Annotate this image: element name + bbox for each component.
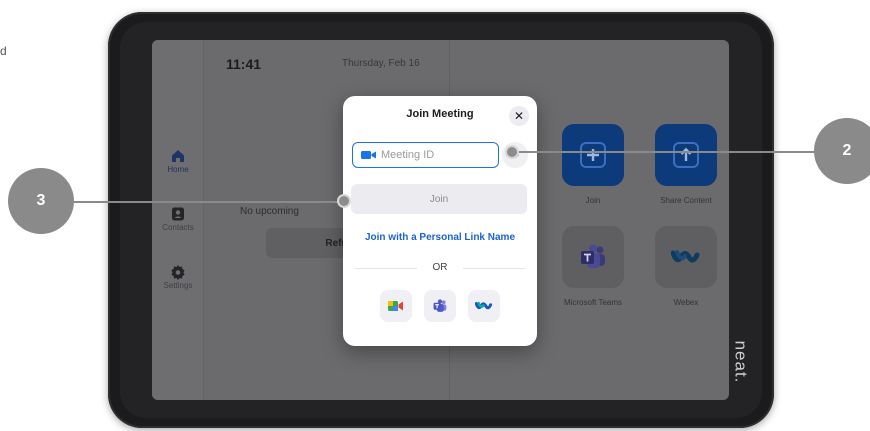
app-tile-share-content[interactable]: Share Content <box>655 124 717 205</box>
webex-icon <box>475 301 493 310</box>
app-tile-label: Webex <box>673 298 699 307</box>
webex-icon <box>671 250 700 263</box>
sidebar-item-settings[interactable]: Settings <box>152 264 204 290</box>
no-meetings-text: No upcoming <box>240 206 299 217</box>
home-icon <box>172 150 184 162</box>
divider-line <box>463 268 525 269</box>
callout-3-anchor-dot <box>337 194 351 208</box>
share-content-icon <box>673 142 699 168</box>
callout-2-badge: 2 <box>814 118 870 184</box>
app-tile-label: Microsoft Teams <box>563 298 623 307</box>
callout-3-badge: 3 <box>8 168 74 234</box>
sidebar: Home Contacts Settings <box>152 40 204 400</box>
meeting-id-input[interactable]: Meeting ID <box>352 142 499 168</box>
join-meeting-dialog: Join Meeting ✕ Meeting ID Join Join with… <box>343 96 537 346</box>
meeting-id-placeholder: Meeting ID <box>381 149 435 161</box>
sidebar-item-label: Settings <box>163 281 193 290</box>
app-tile-join[interactable]: Join <box>562 124 624 205</box>
teams-icon <box>433 299 447 312</box>
or-divider: OR <box>355 262 525 274</box>
clock-time: 11:41 <box>226 56 262 72</box>
clock-date: Thursday, Feb 16 <box>342 58 420 69</box>
sidebar-item-contacts[interactable]: Contacts <box>152 206 204 232</box>
close-button[interactable]: ✕ <box>509 106 529 126</box>
google-meet-icon <box>388 301 403 311</box>
sidebar-item-label: Contacts <box>162 223 194 232</box>
clipped-edge-text: d <box>0 44 7 58</box>
webex-button[interactable] <box>468 290 500 322</box>
teams-icon <box>581 244 605 268</box>
callout-2-anchor-dot <box>505 145 519 159</box>
share-tile-box <box>655 124 717 186</box>
brand-logo: neat. <box>731 340 751 384</box>
personal-link-join-link[interactable]: Join with a Personal Link Name <box>343 232 537 243</box>
app-tile-microsoft-teams[interactable]: Microsoft Teams <box>562 226 624 307</box>
settings-icon <box>171 265 185 280</box>
sidebar-item-home[interactable]: Home <box>152 148 204 174</box>
app-tile-label: Share Content <box>660 196 712 205</box>
google-meet-button[interactable] <box>380 290 412 322</box>
app-tile-webex[interactable]: Webex <box>655 226 717 307</box>
teams-button[interactable] <box>424 290 456 322</box>
dialog-title: Join Meeting <box>406 108 474 120</box>
sidebar-item-label: Home <box>167 165 189 174</box>
callout-2-leader-line <box>512 151 818 153</box>
contacts-icon <box>172 207 184 221</box>
app-tile-label: Join <box>585 196 601 205</box>
video-camera-icon <box>361 151 376 159</box>
join-button[interactable]: Join <box>351 184 527 214</box>
join-plus-icon <box>580 142 606 168</box>
webex-tile-box <box>655 226 717 288</box>
teams-tile-box <box>562 226 624 288</box>
callout-3-leader-line <box>72 201 346 203</box>
join-tile-box <box>562 124 624 186</box>
